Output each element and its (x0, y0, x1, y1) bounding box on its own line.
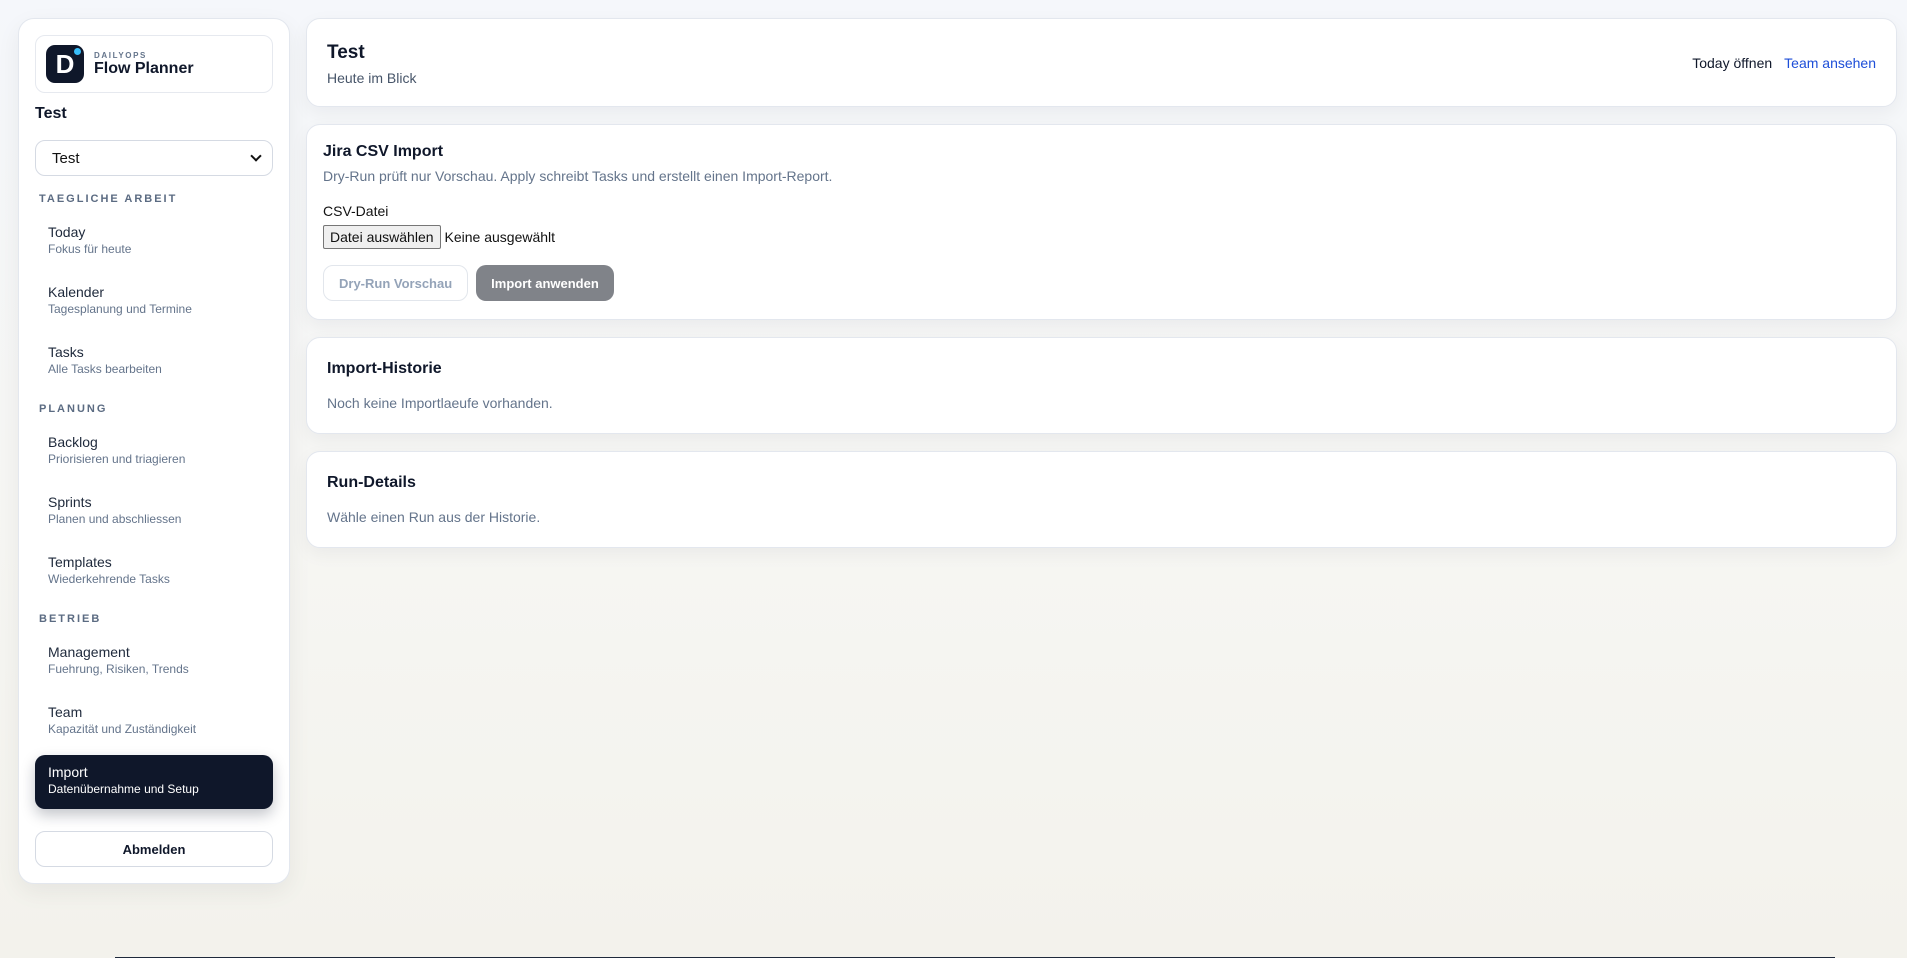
logout-button[interactable]: Abmelden (35, 831, 273, 867)
csv-file-label: CSV-Datei (323, 203, 389, 219)
sidebar-item-label: Kalender (48, 284, 105, 300)
sidebar-item-sub: Priorisieren und triagieren (48, 452, 186, 466)
sidebar-item-label: Team (48, 704, 83, 720)
section-label: BETRIEB (39, 613, 102, 625)
sidebar-item-sprints[interactable]: Sprints Planen und abschliessen (35, 485, 273, 539)
import-actions: Dry-Run Vorschau Import anwenden (323, 265, 1880, 301)
page-header: Test Heute im Blick Today öffnen Team an… (306, 18, 1897, 107)
file-status: Keine ausgewählt (444, 229, 556, 245)
sidebar-item-label: Templates (48, 554, 112, 570)
nav-section-planning: PLANUNG Backlog Priorisieren und triagie… (35, 403, 273, 599)
workspace-select[interactable]: Test (35, 140, 273, 176)
nav-section-operations: BETRIEB Management Fuehrung, Risiken, Tr… (35, 613, 273, 809)
brand-logo: D (46, 45, 84, 83)
brand-name: Flow Planner (94, 59, 194, 77)
sidebar: D DAILYOPS Flow Planner Test Test TAEGLI… (18, 18, 290, 884)
workspace-select-value: Test (52, 149, 80, 167)
sidebar-item-tasks[interactable]: Tasks Alle Tasks bearbeiten (35, 335, 273, 389)
nav-section-daily: TAEGLICHE ARBEIT Today Fokus für heute K… (35, 193, 273, 389)
sidebar-item-label: Sprints (48, 494, 92, 510)
history-empty-text: Noch keine Importlaeufe vorhanden. (327, 395, 553, 411)
header-actions: Today öffnen Team ansehen (1692, 55, 1876, 71)
brand: D DAILYOPS Flow Planner (35, 35, 273, 93)
chevron-down-icon (250, 150, 262, 162)
sidebar-item-label: Backlog (48, 434, 98, 450)
sidebar-item-label: Today (48, 224, 86, 240)
csv-file-input: Datei auswählen Keine ausgewählt (323, 225, 1880, 249)
sidebar-item-sub: Fuehrung, Risiken, Trends (48, 662, 189, 676)
dry-run-button[interactable]: Dry-Run Vorschau (323, 265, 469, 301)
sidebar-item-sub: Kapazität und Zuständigkeit (48, 722, 197, 736)
open-today-link[interactable]: Today öffnen (1692, 55, 1772, 71)
sidebar-item-label: Management (48, 644, 130, 660)
sidebar-item-sub: Datenübernahme und Setup (48, 782, 199, 796)
apply-import-button[interactable]: Import anwenden (476, 265, 614, 301)
brand-kicker: DAILYOPS (94, 50, 147, 60)
jira-import-card: Jira CSV Import Dry-Run prüft nur Vorsch… (306, 124, 1897, 320)
import-description: Dry-Run prüft nur Vorschau. Apply schrei… (323, 168, 833, 184)
section-label: TAEGLICHE ARBEIT (39, 193, 178, 205)
sidebar-item-sub: Planen und abschliessen (48, 512, 182, 526)
import-history-card: Import-Historie Noch keine Importlaeufe … (306, 337, 1897, 434)
section-label: PLANUNG (39, 403, 108, 415)
sidebar-item-backlog[interactable]: Backlog Priorisieren und triagieren (35, 425, 273, 479)
page-subtitle: Heute im Blick (327, 70, 417, 86)
run-details-empty-text: Wähle einen Run aus der Historie. (327, 509, 541, 525)
sidebar-item-label: Import (48, 764, 88, 780)
sidebar-item-management[interactable]: Management Fuehrung, Risiken, Trends (35, 635, 273, 689)
choose-file-button[interactable]: Datei auswählen (323, 225, 441, 249)
sidebar-item-sub: Tagesplanung und Termine (48, 302, 192, 316)
run-details-card: Run-Details Wähle einen Run aus der Hist… (306, 451, 1897, 548)
import-title: Jira CSV Import (323, 143, 444, 160)
sidebar-item-sub: Fokus für heute (48, 242, 132, 256)
brand-logo-letter: D (55, 48, 75, 79)
sidebar-item-import[interactable]: Import Datenübernahme und Setup (35, 755, 273, 809)
run-details-title: Run-Details (327, 474, 416, 491)
sidebar-item-sub: Wiederkehrende Tasks (48, 572, 170, 586)
sidebar-item-team[interactable]: Team Kapazität und Zuständigkeit (35, 695, 273, 749)
sidebar-item-today[interactable]: Today Fokus für heute (35, 215, 273, 269)
brand-dot-icon (73, 47, 82, 56)
sidebar-item-label: Tasks (48, 344, 84, 360)
sidebar-item-templates[interactable]: Templates Wiederkehrende Tasks (35, 545, 273, 599)
sidebar-item-sub: Alle Tasks bearbeiten (48, 362, 162, 376)
workspace-title: Test (35, 105, 67, 122)
view-team-link[interactable]: Team ansehen (1784, 55, 1876, 71)
history-title: Import-Historie (327, 360, 442, 377)
sidebar-item-kalender[interactable]: Kalender Tagesplanung und Termine (35, 275, 273, 329)
page-title: Test (327, 42, 365, 63)
